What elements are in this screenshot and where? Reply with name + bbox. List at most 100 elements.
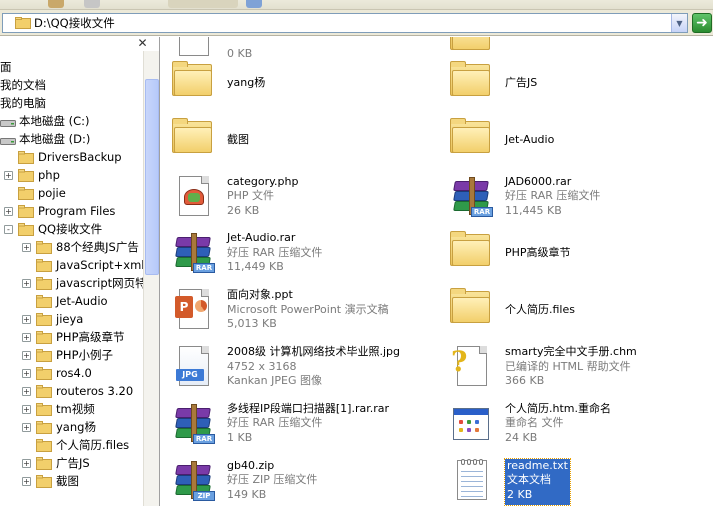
tree-item[interactable]: pojie <box>4 184 66 202</box>
expand-icon[interactable]: + <box>22 350 31 360</box>
toolbar-button-icon[interactable] <box>168 0 238 8</box>
tree-item[interactable]: + tm视频 <box>22 400 95 418</box>
help-file-icon: ? <box>447 343 495 391</box>
folder-icon <box>36 258 52 272</box>
file-name: JAD6000.rar <box>505 174 572 188</box>
folder-item[interactable]: 截图 <box>169 116 249 164</box>
tree-item-label: QQ接收文件 <box>38 222 103 236</box>
expand-icon[interactable]: + <box>22 386 31 396</box>
tree-item-label: PHP小例子 <box>56 348 114 362</box>
expand-icon[interactable]: + <box>22 314 31 324</box>
tree-item[interactable]: 本地磁盘 (C:) <box>0 112 90 130</box>
file-item[interactable]: readme.txt 文本文档 2 KB <box>447 457 571 506</box>
tree-item-label: 个人简历.files <box>56 438 130 452</box>
folder-item[interactable]: Jet-Audio <box>447 116 554 164</box>
tree-item[interactable]: + PHP高级章节 <box>22 328 125 346</box>
tree-item[interactable]: 我的电脑 <box>0 94 46 112</box>
tree-item-label: ros4.0 <box>56 366 92 380</box>
collapse-icon[interactable]: - <box>4 224 13 234</box>
file-item[interactable]: 个人简历.htm.重命名 重命名 文件 24 KB <box>447 400 611 448</box>
tree-item[interactable]: +88个经典JS广告 <box>22 238 139 256</box>
folder-item[interactable]: yang杨 <box>169 59 265 107</box>
file-item[interactable]: RAR Jet-Audio.rar 好压 RAR 压缩文件 11,449 KB <box>169 229 322 277</box>
file-size: 2 KB <box>507 487 533 501</box>
toolbar-button-icon[interactable] <box>84 0 100 8</box>
tree-item[interactable]: + 截图 <box>22 472 79 490</box>
scrollbar-thumb[interactable] <box>145 79 159 275</box>
tree-item[interactable]: 面 <box>0 58 12 76</box>
file-item[interactable]: P 面向对象.ppt Microsoft PowerPoint 演示文稿 5,013 … <box>169 286 389 334</box>
file-item[interactable]: RAR 多线程IP段端口扫描器[1].rar.rar 好压 RAR 压缩文件 1 KB <box>169 400 389 448</box>
tree-item[interactable]: + ros4.0 <box>22 364 92 382</box>
toolbar-button-icon[interactable] <box>48 0 64 8</box>
expand-icon[interactable]: + <box>22 476 31 486</box>
folder-icon <box>447 286 495 334</box>
tree-item[interactable]: 我的文档 <box>0 76 46 94</box>
file-info: 2008级 计算机网络技术毕业照.jpg 4752 x 3168 Kankan JP… <box>227 345 400 391</box>
folder-item[interactable]: 广告JS <box>447 59 537 107</box>
address-dropdown-button[interactable]: ▼ <box>671 14 687 32</box>
tree-item[interactable]: + jieya <box>22 310 83 328</box>
file-name: 广告JS <box>505 76 538 89</box>
tree-item-label: 广告JS <box>56 456 90 470</box>
tree-scrollbar[interactable] <box>143 51 159 506</box>
tree-item-label: yang杨 <box>56 420 96 434</box>
file-item[interactable]: JPG 2008级 计算机网络技术毕业照.jpg 4752 x 3168 Kankan… <box>169 343 400 391</box>
file-name: 截图 <box>227 132 249 146</box>
file-type: 好压 RAR 压缩文件 <box>227 416 323 430</box>
tree-item[interactable]: Jet-Audio <box>22 292 108 310</box>
folder-icon <box>36 348 52 362</box>
tree-item[interactable]: 个人简历.files <box>22 436 129 454</box>
folder-icon <box>447 59 495 107</box>
file-info: 截图 <box>227 133 249 164</box>
expand-icon[interactable]: + <box>22 278 31 288</box>
rar-archive-icon: RAR <box>169 400 217 448</box>
expand-icon[interactable]: + <box>22 458 31 468</box>
tree-item-label: 面 <box>0 60 12 74</box>
close-icon[interactable]: ✕ <box>137 37 148 49</box>
tree-item-label: 截图 <box>56 474 79 488</box>
folder-item[interactable]: 个人简历.files <box>447 286 575 334</box>
expand-icon[interactable]: + <box>22 422 31 432</box>
expand-icon[interactable]: + <box>4 170 13 180</box>
expand-icon[interactable]: + <box>22 404 31 414</box>
tree-item[interactable]: + javascript网页特 <box>22 274 147 292</box>
file-item[interactable]: 0 KB <box>169 37 252 62</box>
expand-icon[interactable]: + <box>22 242 31 252</box>
tree-item[interactable]: + yang杨 <box>22 418 96 436</box>
folder-icon <box>447 229 495 277</box>
folder-icon <box>18 168 34 182</box>
file-type: 好压 RAR 压缩文件 <box>227 245 323 259</box>
expand-icon[interactable]: + <box>22 332 31 342</box>
tree-item-label: Program Files <box>38 204 116 218</box>
tree-item[interactable]: + php <box>4 166 60 184</box>
toolbar-button-icon[interactable] <box>246 0 262 8</box>
folder-item[interactable] <box>447 37 505 61</box>
file-size: 26 KB <box>227 203 260 217</box>
file-item[interactable]: ? smarty完全中文手册.chm 已编译的 HTML 帮助文件 366 KB <box>447 343 637 391</box>
file-info: 多线程IP段端口扫描器[1].rar.rar 好压 RAR 压缩文件 1 KB <box>227 402 389 448</box>
address-input[interactable]: D:\QQ接收文件 ▼ <box>2 13 688 33</box>
address-bar: D:\QQ接收文件 ▼ ➜ <box>0 10 713 36</box>
tree-item-label: routeros 3.20 <box>56 384 134 398</box>
file-item[interactable]: RAR JAD6000.rar 好压 RAR 压缩文件 11,445 KB <box>447 173 600 221</box>
tree-item[interactable]: - QQ接收文件 <box>4 220 102 238</box>
folder-item[interactable]: PHP高级章节 <box>447 229 571 277</box>
tree-item[interactable]: + Program Files <box>4 202 115 220</box>
tree-item[interactable]: + 广告JS <box>22 454 90 472</box>
file-name: readme.txt <box>507 458 568 472</box>
tree-item-label: Jet-Audio <box>56 294 108 308</box>
expand-icon[interactable]: + <box>4 206 13 216</box>
file-name: Jet-Audio <box>505 132 555 146</box>
tree-item[interactable]: 本地磁盘 (D:) <box>0 130 90 148</box>
file-item[interactable]: category.php PHP 文件 26 KB <box>169 173 298 221</box>
file-name: gb40.zip <box>227 458 275 472</box>
tree-item[interactable]: JavaScript+xml <box>22 256 145 274</box>
expand-icon[interactable]: + <box>22 368 31 378</box>
tree-item[interactable]: + PHP小例子 <box>22 346 113 364</box>
tree-item[interactable]: + routeros 3.20 <box>22 382 133 400</box>
tree-item[interactable]: DriversBackup <box>4 148 122 166</box>
file-item[interactable]: ZIP gb40.zip 好压 ZIP 压缩文件 149 KB <box>169 457 317 505</box>
address-path: D:\QQ接收文件 <box>34 16 115 30</box>
go-button[interactable]: ➜ <box>692 13 712 33</box>
